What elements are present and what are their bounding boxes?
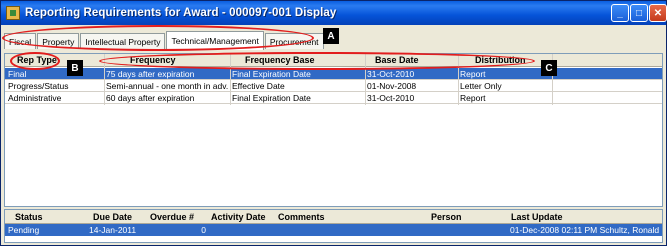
cell-status: Pending (8, 225, 40, 235)
annotation-ellipse-b (10, 52, 60, 70)
requirements-table: Rep Type Frequency Frequency Base Base D… (4, 53, 663, 207)
col-overdue[interactable]: Overdue # (150, 212, 194, 222)
cell-base-date: 31-Oct-2010 (367, 69, 415, 79)
col-person[interactable]: Person (431, 212, 462, 222)
cell-frequency: 75 days after expiration (106, 69, 195, 79)
cell-base-date: 01-Nov-2008 (367, 81, 417, 91)
callout-c: C (541, 60, 557, 76)
cell-base-date: 31-Oct-2010 (367, 93, 415, 103)
cell-frequency-base: Final Expiration Date (232, 93, 311, 103)
annotation-ellipse-c (99, 52, 535, 70)
callout-b: B (67, 60, 83, 76)
close-button[interactable]: ✕ (649, 4, 667, 22)
cell-last-update: 01-Dec-2008 02:11 PM Schultz, Ronald (510, 225, 660, 235)
col-last-update[interactable]: Last Update (511, 212, 563, 222)
tracking-table-header: Status Due Date Overdue # Activity Date … (5, 210, 662, 224)
cell-overdue: 0 (201, 225, 206, 235)
cell-frequency: 60 days after expiration (106, 93, 195, 103)
minimize-button[interactable]: _ (611, 4, 629, 22)
cell-due-date: 14-Jan-2011 (89, 225, 137, 235)
cell-report-type: Administrative (8, 93, 62, 103)
col-status[interactable]: Status (15, 212, 43, 222)
col-due-date[interactable]: Due Date (93, 212, 132, 222)
cell-report-type: Progress/Status (8, 81, 69, 91)
app-icon (6, 6, 20, 20)
col-comments[interactable]: Comments (278, 212, 325, 222)
cell-distribution: Report (460, 69, 486, 79)
table-row[interactable]: Pending 14-Jan-2011 0 01-Dec-2008 02:11 … (5, 224, 662, 236)
cell-distribution: Letter Only (460, 81, 502, 91)
annotation-ellipse-a (2, 25, 314, 51)
title-bar[interactable]: Reporting Requirements for Award - 00009… (1, 1, 667, 25)
callout-a: A (323, 28, 339, 44)
cell-frequency-base: Final Expiration Date (232, 69, 311, 79)
cell-distribution: Report (460, 93, 486, 103)
cell-report-type: Final (8, 69, 27, 79)
cell-frequency: Semi-annual - one month in adv... (106, 81, 229, 91)
cell-comments (277, 225, 427, 236)
cell-frequency-base: Effective Date (232, 81, 285, 91)
reporting-requirements-window: Reporting Requirements for Award - 00009… (0, 0, 667, 246)
cell-activity-date (209, 225, 275, 236)
tracking-table: Status Due Date Overdue # Activity Date … (4, 209, 663, 243)
cell-person (430, 225, 508, 236)
window-title: Reporting Requirements for Award - 00009… (25, 7, 337, 19)
col-activity-date[interactable]: Activity Date (211, 212, 266, 222)
maximize-button[interactable]: □ (630, 4, 648, 22)
